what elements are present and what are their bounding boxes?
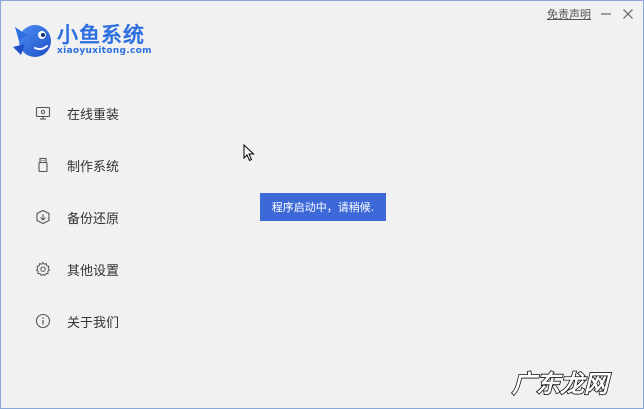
loading-toast: 程序启动中，请稍候. — [260, 193, 386, 221]
sidebar-item-label: 备份还原 — [67, 211, 120, 227]
brand-site: xiaoyuxitong.com — [57, 46, 152, 56]
monitor-icon — [34, 104, 52, 122]
sidebar-item-about-us[interactable]: 关于我们 — [29, 295, 209, 347]
mouse-cursor-icon — [243, 144, 255, 162]
sidebar-nav: 在线重装 制作系统 备份还原 其他设置 关于我们 — [29, 87, 209, 347]
watermark: 广东龙网 — [511, 369, 613, 399]
watermark-text: 广东龙网 — [512, 370, 612, 398]
sidebar-item-label: 制作系统 — [67, 159, 120, 175]
titlebar-controls: 免责声明 — [547, 6, 635, 22]
fish-logo-icon — [13, 25, 51, 57]
sidebar-item-other-settings[interactable]: 其他设置 — [29, 243, 209, 295]
minimize-button[interactable] — [599, 7, 613, 21]
brand-name: 小鱼系统 — [57, 23, 145, 47]
info-icon — [34, 312, 52, 330]
backup-restore-icon — [34, 208, 52, 226]
gear-icon — [34, 260, 52, 278]
close-icon — [623, 9, 633, 19]
sidebar-item-make-system[interactable]: 制作系统 — [29, 139, 209, 191]
minimize-icon — [601, 13, 611, 15]
sidebar-item-online-reinstall[interactable]: 在线重装 — [29, 87, 209, 139]
close-button[interactable] — [621, 7, 635, 21]
app-window: 小鱼系统 xiaoyuxitong.com 免责声明 在线重装 制作系统 备份还… — [0, 0, 644, 409]
disclaimer-link[interactable]: 免责声明 — [547, 6, 591, 22]
sidebar-item-label: 其他设置 — [67, 263, 120, 279]
sidebar-item-backup-restore[interactable]: 备份还原 — [29, 191, 209, 243]
brand-logo: 小鱼系统 xiaoyuxitong.com — [11, 15, 161, 63]
sidebar-item-label: 关于我们 — [67, 315, 120, 331]
sidebar-item-label: 在线重装 — [67, 107, 120, 123]
usb-drive-icon — [34, 156, 52, 174]
